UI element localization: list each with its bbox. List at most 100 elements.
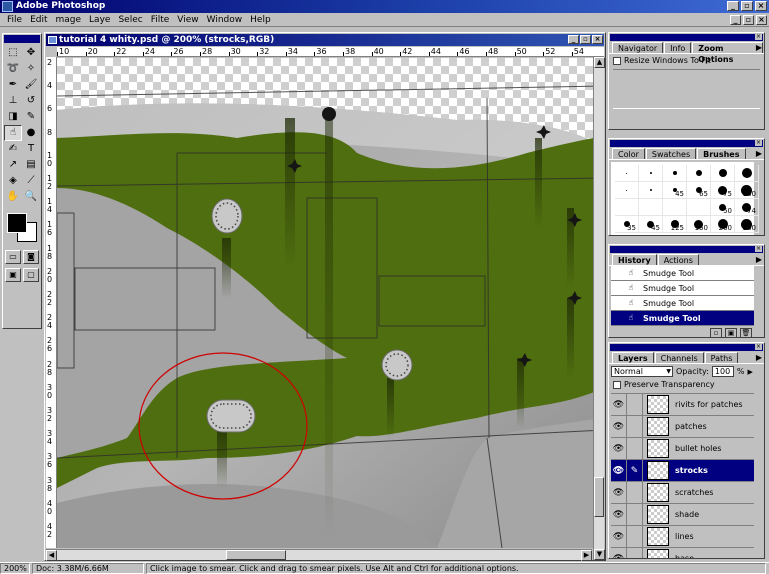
layer-link-brush-icon[interactable]: [627, 548, 643, 558]
brush-preset[interactable]: [711, 165, 735, 182]
brush-preset[interactable]: 74: [735, 199, 759, 216]
menu-filter[interactable]: Filte: [147, 13, 174, 27]
pencil-tool-icon[interactable]: ✎: [22, 109, 40, 125]
doc-title-minimize-button[interactable]: _: [568, 35, 579, 44]
layer-link-brush-icon[interactable]: [627, 438, 643, 459]
opacity-slider-arrow-icon[interactable]: ▶: [748, 368, 753, 376]
tab-info[interactable]: Info: [664, 42, 692, 53]
tab-navigator[interactable]: Navigator: [612, 42, 664, 53]
brush-preset[interactable]: 45: [663, 182, 687, 199]
minimize-button[interactable]: _: [727, 1, 739, 11]
hand-tool-icon[interactable]: ✋: [4, 189, 22, 205]
brush-preset[interactable]: 65: [687, 182, 711, 199]
menu-select[interactable]: Selec: [114, 13, 146, 27]
vertical-scroll-thumb[interactable]: [594, 477, 604, 517]
scroll-down-arrow-icon[interactable]: ▼: [594, 549, 605, 560]
pen-tool-icon[interactable]: ✍: [4, 141, 22, 157]
history-item[interactable]: ☝ Smudge Tool: [611, 266, 754, 281]
tab-channels[interactable]: Channels: [654, 352, 704, 363]
doc-title-maximize-button[interactable]: ▫: [580, 35, 591, 44]
doc-close-button[interactable]: ×: [756, 15, 767, 25]
menu-edit[interactable]: Edit: [26, 13, 51, 27]
brush-preset[interactable]: [663, 199, 687, 216]
document-size[interactable]: Doc: 3.38M/6.66M: [32, 563, 144, 574]
layer-visibility-eye-icon[interactable]: 👁: [611, 460, 627, 481]
doc-restore-button[interactable]: ▫: [743, 15, 754, 25]
maximize-button[interactable]: ▫: [741, 1, 753, 11]
doc-title-close-button[interactable]: ×: [592, 35, 603, 44]
tab-history[interactable]: History: [612, 254, 657, 265]
menu-view[interactable]: View: [173, 13, 202, 27]
full-screen-icon[interactable]: ▢: [23, 268, 39, 282]
layer-visibility-eye-icon[interactable]: 👁: [611, 526, 627, 547]
layer-row[interactable]: 👁 lines: [611, 526, 754, 548]
brush-preset[interactable]: 150: [687, 216, 711, 233]
brush-preset[interactable]: 75: [711, 182, 735, 199]
brushes-panel-close-icon[interactable]: ×: [755, 140, 762, 146]
layer-link-brush-icon[interactable]: [627, 504, 643, 525]
close-button[interactable]: ×: [755, 1, 767, 11]
horizontal-scroll-thumb[interactable]: [226, 550, 286, 560]
marquee-tool-icon[interactable]: ⬚: [4, 45, 22, 61]
tab-color[interactable]: Color: [612, 148, 645, 159]
brush-preset[interactable]: [639, 165, 663, 182]
image-canvas[interactable]: [57, 58, 604, 548]
layer-link-brush-icon[interactable]: [627, 482, 643, 503]
standard-screen-icon[interactable]: ▣: [5, 268, 21, 282]
preserve-transparency-checkbox[interactable]: [613, 380, 621, 389]
layers-panel-title-bar[interactable]: ×: [610, 344, 763, 351]
layer-row[interactable]: 👁 patches: [611, 416, 754, 438]
dodge-tool-icon[interactable]: ●: [22, 125, 40, 141]
brush-preset[interactable]: [687, 199, 711, 216]
layer-visibility-eye-icon[interactable]: 👁: [611, 482, 627, 503]
tab-swatches[interactable]: Swatches: [645, 148, 697, 159]
eraser-tool-icon[interactable]: ◨: [4, 109, 22, 125]
layer-visibility-eye-icon[interactable]: 👁: [611, 394, 627, 415]
brush-preset[interactable]: 35: [615, 216, 639, 233]
menu-file[interactable]: File: [3, 13, 26, 27]
gradient-tool-icon[interactable]: ▤: [22, 157, 40, 173]
history-menu-arrow-icon[interactable]: ▶: [756, 255, 762, 264]
menu-window[interactable]: Window: [203, 13, 247, 27]
layer-row[interactable]: 👁 ✎ strocks: [611, 460, 754, 482]
layer-row[interactable]: 👁 shade: [611, 504, 754, 526]
brush-preset[interactable]: [615, 165, 639, 182]
brushes-menu-arrow-icon[interactable]: ▶: [756, 149, 762, 158]
history-brush-icon[interactable]: ↺: [22, 93, 40, 109]
layer-link-brush-icon[interactable]: ✎: [627, 460, 643, 481]
measure-tool-icon[interactable]: ↗: [4, 157, 22, 173]
smudge-tool-icon[interactable]: ☝: [4, 125, 22, 141]
tab-zoom-options[interactable]: Zoom Options: [692, 42, 763, 64]
history-panel-title-bar[interactable]: ×: [610, 246, 763, 253]
type-tool-icon[interactable]: T: [22, 141, 40, 157]
tab-brushes[interactable]: Brushes: [697, 148, 746, 159]
brush-preset[interactable]: 300: [735, 216, 759, 233]
airbrush-tool-icon[interactable]: ✒: [4, 77, 22, 93]
layers-menu-arrow-icon[interactable]: ▶: [756, 353, 762, 362]
brush-preset[interactable]: 50: [711, 199, 735, 216]
layer-row[interactable]: 👁 scratches: [611, 482, 754, 504]
layers-panel-close-icon[interactable]: ×: [755, 344, 762, 350]
brush-preset[interactable]: 45: [639, 216, 663, 233]
brush-preset[interactable]: [639, 182, 663, 199]
history-trash-icon[interactable]: 🗑: [740, 328, 752, 337]
brushes-panel-title-bar[interactable]: ×: [610, 140, 763, 147]
horizontal-scrollbar[interactable]: ◀ ▶: [46, 549, 592, 561]
brush-preset[interactable]: 100: [735, 182, 759, 199]
doc-minimize-button[interactable]: _: [730, 15, 741, 25]
layer-row[interactable]: 👁 rivits for patches: [611, 394, 754, 416]
tab-actions[interactable]: Actions: [657, 254, 699, 265]
zoom-tool-icon[interactable]: 🔍: [22, 189, 40, 205]
document-title-bar[interactable]: tutorial 4 whity.psd @ 200% (strocks,RGB…: [46, 34, 604, 46]
brush-preset[interactable]: [615, 182, 639, 199]
tab-layers[interactable]: Layers: [612, 352, 654, 363]
vertical-scrollbar[interactable]: ▲ ▼: [593, 57, 605, 560]
paintbrush-tool-icon[interactable]: 🖌: [22, 77, 40, 93]
menu-image[interactable]: mage: [52, 13, 86, 27]
new-document-icon[interactable]: ▣: [725, 328, 737, 337]
scroll-up-arrow-icon[interactable]: ▲: [594, 57, 605, 68]
standard-mode-icon[interactable]: ▭: [5, 250, 21, 264]
history-panel-close-icon[interactable]: ×: [755, 246, 762, 252]
brush-preset[interactable]: [663, 165, 687, 182]
new-snapshot-icon[interactable]: ▫: [710, 328, 722, 337]
